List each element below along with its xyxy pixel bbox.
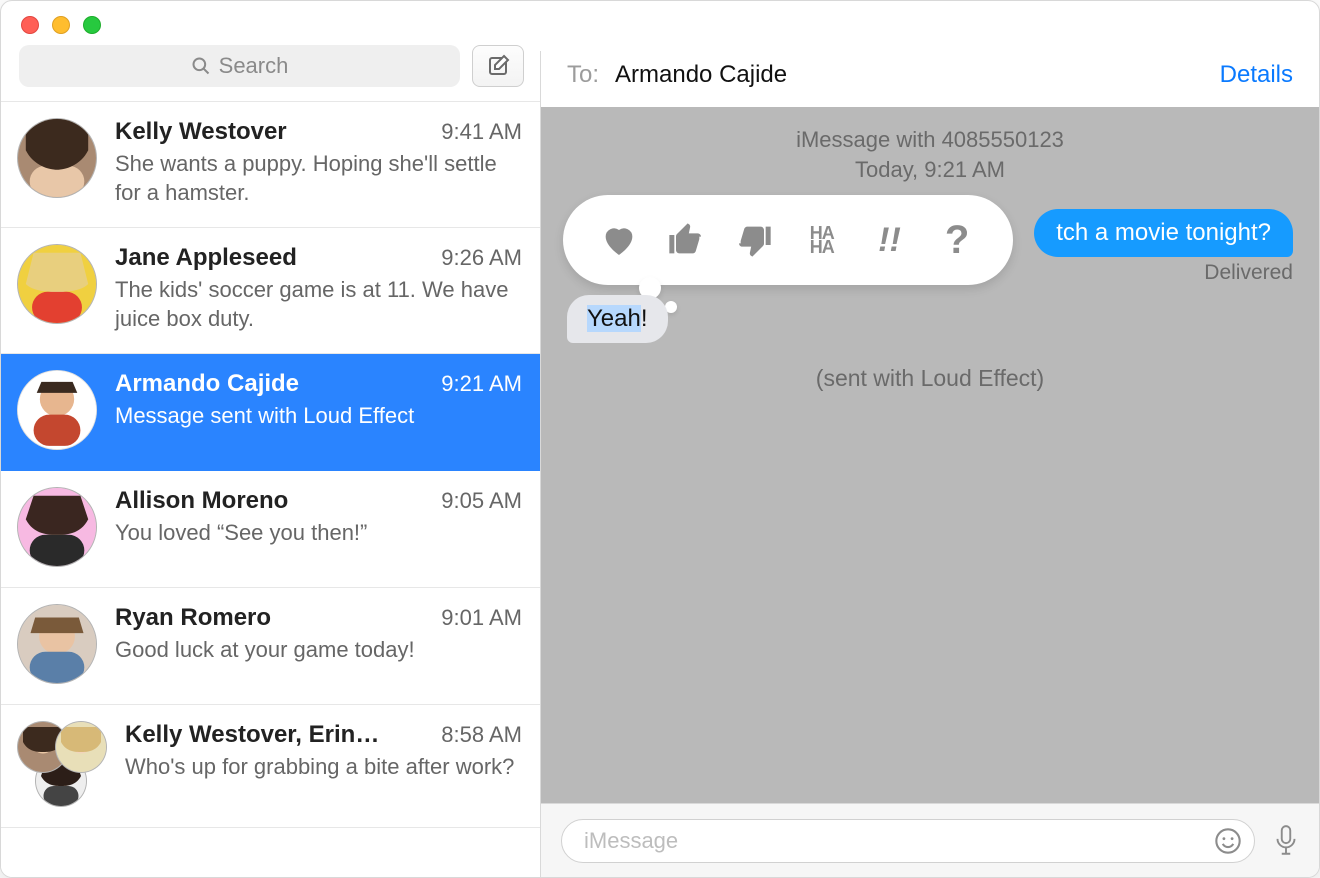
search-icon (191, 56, 211, 76)
conversation-text: Kelly Westover 9:41 AM She wants a puppy.… (115, 118, 522, 207)
zoom-window-button[interactable] (83, 16, 101, 34)
conversation-text: Jane Appleseed 9:26 AM The kids' soccer g… (115, 244, 522, 333)
message-thread: iMessage with 4085550123 Today, 9:21 AM … (541, 107, 1319, 803)
conversation-preview: She wants a puppy. Hoping she'll settle … (115, 150, 522, 207)
thumbs-down-icon (734, 220, 774, 260)
titlebar (1, 1, 1319, 51)
message-placeholder: iMessage (584, 828, 678, 854)
delivered-status: Delivered (1204, 261, 1293, 285)
conversation-preview: Message sent with Loud Effect (115, 402, 522, 431)
tapback-thumbs-up[interactable] (661, 215, 711, 265)
messages-window: Search Kelly Westover 9:41 AM She wants a… (0, 0, 1320, 878)
conversation-name: Kelly Westover, Erin… (125, 721, 379, 749)
main-panel: To: Armando Cajide Details iMessage with… (541, 51, 1319, 877)
to-label: To: (567, 61, 599, 89)
search-placeholder: Search (219, 53, 289, 79)
conversation-item-selected[interactable]: Armando Cajide 9:21 AM Message sent with … (1, 354, 540, 471)
conversation-name: Allison Moreno (115, 487, 288, 515)
avatar-group (17, 721, 107, 807)
conversation-preview: The kids' soccer game is at 11. We have … (115, 276, 522, 333)
conversation-item[interactable]: Allison Moreno 9:05 AM You loved “See you… (1, 471, 540, 588)
conversation-item[interactable]: Ryan Romero 9:01 AM Good luck at your gam… (1, 588, 540, 705)
thread-meta: iMessage with 4085550123 Today, 9:21 AM (541, 125, 1319, 184)
tapback-exclaim[interactable]: !! (864, 215, 914, 265)
thread-meta-line2: Today, 9:21 AM (541, 155, 1319, 185)
received-text-tail: ! (641, 305, 648, 332)
minimize-window-button[interactable] (52, 16, 70, 34)
conversation-text: Armando Cajide 9:21 AM Message sent with … (115, 370, 522, 450)
search-input[interactable]: Search (19, 45, 460, 87)
conversation-time: 9:41 AM (441, 119, 522, 145)
tapback-haha[interactable]: HA HA (797, 215, 847, 265)
sidebar: Search Kelly Westover 9:41 AM She wants a… (1, 51, 541, 877)
conversation-preview: You loved “See you then!” (115, 519, 522, 548)
conversation-time: 8:58 AM (441, 722, 522, 748)
window-body: Search Kelly Westover 9:41 AM She wants a… (1, 51, 1319, 877)
conversation-item[interactable]: Jane Appleseed 9:26 AM The kids' soccer g… (1, 228, 540, 354)
close-window-button[interactable] (21, 16, 39, 34)
sent-message-bubble[interactable]: tch a movie tonight? (1034, 209, 1293, 257)
heart-icon (599, 220, 639, 260)
conversation-list[interactable]: Kelly Westover 9:41 AM She wants a puppy.… (1, 101, 540, 877)
conversation-item[interactable]: Kelly Westover, Erin… 8:58 AM Who's up fo… (1, 705, 540, 828)
conversation-text: Ryan Romero 9:01 AM Good luck at your gam… (115, 604, 522, 684)
compose-icon (486, 54, 510, 78)
tapback-question[interactable]: ? (932, 215, 982, 265)
conversation-text: Allison Moreno 9:05 AM You loved “See you… (115, 487, 522, 567)
received-message-bubble[interactable]: Yeah! (567, 295, 668, 343)
tapback-thumbs-down[interactable] (729, 215, 779, 265)
conversation-name: Armando Cajide (115, 370, 299, 398)
avatar (17, 244, 97, 324)
avatar (17, 487, 97, 567)
tapback-heart[interactable] (594, 215, 644, 265)
conversation-name: Ryan Romero (115, 604, 271, 632)
avatar (17, 118, 97, 198)
conversation-time: 9:05 AM (441, 488, 522, 514)
conversation-name: Kelly Westover (115, 118, 287, 146)
effect-label: (sent with Loud Effect) (541, 365, 1319, 392)
tapback-popover: HA HA !! ? (563, 195, 1013, 285)
conversation-preview: Good luck at your game today! (115, 636, 522, 665)
conversation-time: 9:26 AM (441, 245, 522, 271)
details-button[interactable]: Details (1220, 61, 1293, 89)
compose-button[interactable] (472, 45, 524, 87)
conversation-preview: Who's up for grabbing a bite after work? (125, 753, 522, 782)
message-input[interactable]: iMessage (561, 819, 1255, 863)
thread-meta-line1: iMessage with 4085550123 (541, 125, 1319, 155)
conversation-time: 9:21 AM (441, 371, 522, 397)
compose-bar: iMessage (541, 803, 1319, 877)
to-name: Armando Cajide (615, 61, 787, 89)
avatar (17, 604, 97, 684)
conversation-name: Jane Appleseed (115, 244, 297, 272)
search-row: Search (1, 45, 540, 101)
received-text-highlight: Yeah (587, 305, 641, 332)
thumbs-up-icon (666, 220, 706, 260)
avatar (17, 370, 97, 450)
thread-header: To: Armando Cajide Details (541, 51, 1319, 107)
conversation-text: Kelly Westover, Erin… 8:58 AM Who's up fo… (125, 721, 522, 807)
conversation-time: 9:01 AM (441, 605, 522, 631)
emoji-icon[interactable] (1214, 827, 1242, 855)
conversation-item[interactable]: Kelly Westover 9:41 AM She wants a puppy.… (1, 102, 540, 228)
microphone-icon[interactable] (1273, 824, 1299, 858)
